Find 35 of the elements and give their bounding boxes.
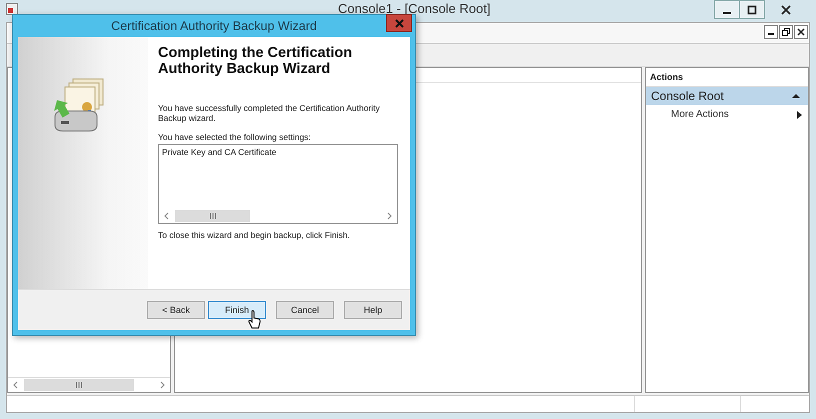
minimize-button[interactable] <box>714 0 740 19</box>
dialog-button[interactable]: Help <box>344 301 402 319</box>
grip-icon <box>208 213 216 219</box>
restore-button[interactable] <box>779 25 793 39</box>
dialog-title: Certification Authority Backup Wizard <box>111 19 317 33</box>
maximize-icon <box>747 4 757 14</box>
dialog-button[interactable]: Finish <box>208 301 266 319</box>
close-icon <box>781 4 791 14</box>
minimize-button[interactable] <box>764 25 778 39</box>
scrollbar-thumb[interactable] <box>175 210 250 222</box>
closing-instruction: To close this wizard and begin backup, click Finish. <box>158 230 351 240</box>
settings-label: You have selected the following settings: <box>158 132 312 142</box>
maximize-button[interactable] <box>739 0 765 19</box>
window-title: Console1 - [Console Root] <box>338 1 490 16</box>
scrollbar-thumb[interactable] <box>24 379 134 391</box>
minimize-icon <box>723 12 731 14</box>
minimize-icon <box>768 33 774 35</box>
action-item[interactable]: More Actions <box>646 105 808 120</box>
restore-icon <box>782 28 790 36</box>
group-label: Console Root <box>651 89 724 103</box>
grip-icon <box>75 382 83 388</box>
console-app-icon <box>6 3 18 15</box>
completion-message: You have successfully completed the Certification Authority Backup wizard. <box>158 103 381 123</box>
dialog-button[interactable]: Cancel <box>276 301 334 319</box>
close-icon <box>797 28 805 36</box>
settings-entry: Private Key and CA Certificate <box>162 147 278 157</box>
dialog-button[interactable]: < Back <box>147 301 205 319</box>
horizontal-scrollbar[interactable] <box>8 377 170 392</box>
submenu-arrow-icon <box>797 110 802 118</box>
wizard-heading: Completing the Certification Authority Backup Wizard <box>158 45 354 77</box>
close-button[interactable] <box>794 25 808 39</box>
action-label: More Actions <box>671 109 729 120</box>
actions-group-header[interactable]: Console Root <box>646 87 808 105</box>
hand-cursor-icon <box>248 310 261 329</box>
close-icon <box>394 18 404 28</box>
